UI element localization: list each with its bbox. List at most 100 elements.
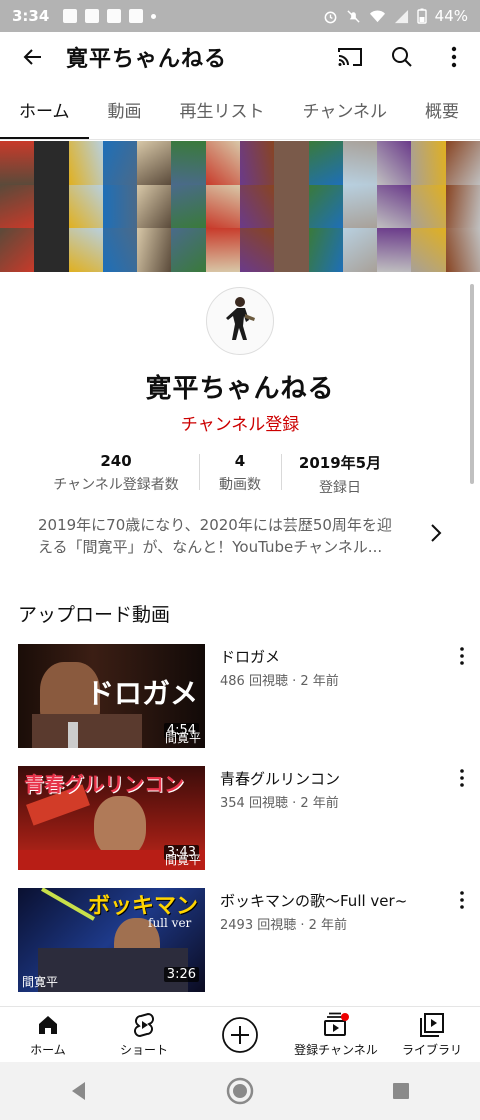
status-bar: 3:34 44% (0, 0, 480, 32)
video-more-icon[interactable] (454, 646, 470, 666)
nav-subscriptions[interactable]: 登録チャンネル (288, 1007, 384, 1062)
banner-photo-tile (411, 228, 446, 272)
thumbnail-caption: 青春グルリンコン (24, 772, 184, 796)
banner-photo-tile (377, 184, 412, 229)
battery-icon (416, 8, 427, 24)
cast-icon (338, 48, 362, 66)
banner-photo-tile (102, 228, 138, 272)
tab-playlists[interactable]: 再生リスト (161, 88, 284, 139)
video-more-icon[interactable] (454, 768, 470, 788)
banner-photo-tile (205, 228, 240, 272)
chevron-right-icon[interactable] (426, 520, 446, 546)
banner-photo-tile (377, 228, 412, 272)
video-duration: 3:26 (163, 967, 199, 982)
app-notification-icon (129, 9, 144, 23)
search-button[interactable] (376, 32, 428, 82)
stat-divider (281, 454, 282, 490)
banner-photo-tile (102, 184, 138, 229)
stat-label: 動画数 (219, 477, 261, 493)
cast-button[interactable] (324, 32, 376, 82)
banner-photo-tile (205, 184, 240, 229)
banner-photo-tile (239, 184, 275, 229)
nav-label: 登録チャンネル (294, 1043, 378, 1057)
mute-icon (347, 9, 360, 23)
video-item[interactable]: 青春グルリンコン 3:43 間寛平 青春グルリンコン 354 回視聴 · 2 年… (18, 766, 480, 870)
banner-photo-tile (34, 184, 69, 229)
nav-library[interactable]: ライブラリ (384, 1007, 480, 1062)
image-notification-icon (63, 9, 78, 23)
shorts-icon (134, 1012, 154, 1038)
search-icon (392, 47, 412, 67)
banner-photo-tile (239, 228, 275, 272)
thumbnail-caption: ドロガメ (86, 677, 199, 710)
nav-shorts[interactable]: ショート (96, 1007, 192, 1062)
system-navigation (0, 1062, 480, 1120)
nav-label: ショート (119, 1043, 168, 1057)
stat-videos: 4 動画数 (210, 452, 270, 494)
system-home-icon[interactable] (226, 1077, 254, 1105)
video-item[interactable]: ドロガメ 4:54 間寛平 ドロガメ 486 回視聴 · 2 年前 (18, 644, 480, 748)
banner-photo-tile (137, 141, 172, 185)
video-item[interactable]: ボッキマン full ver 3:26 間寛平 ボッキマンの歌〜Full ver… (18, 888, 480, 992)
stat-value: 2019年5月 (298, 454, 382, 472)
video-thumbnail[interactable]: 青春グルリンコン 3:43 間寛平 (18, 766, 205, 870)
create-plus-icon (222, 1016, 258, 1053)
description-line: える「間寛平」が、なんと！YouTubeチャンネル... (38, 538, 383, 556)
banner-photo-tile (0, 184, 35, 229)
video-thumbnail[interactable]: ボッキマン full ver 3:26 間寛平 (18, 888, 205, 992)
video-thumbnail[interactable]: ドロガメ 4:54 間寛平 (18, 644, 205, 748)
banner-photo-tile (377, 141, 412, 185)
banner-photo-tile (34, 228, 69, 272)
channel-avatar[interactable] (206, 287, 274, 355)
reply-notification-icon (85, 9, 100, 23)
tab-videos[interactable]: 動画 (89, 88, 161, 139)
status-time: 3:34 (12, 7, 50, 25)
uploads-section-title: アップロード動画 (18, 604, 171, 626)
banner-photo-tile (239, 141, 275, 185)
video-meta: 354 回視聴 · 2 年前 (220, 796, 339, 811)
banner-photo-tile (411, 141, 446, 185)
channel-stats: 240 チャンネル登録者数 4 動画数 2019年5月 登録日 (0, 452, 480, 496)
banner-photo-tile (308, 228, 343, 272)
nav-home[interactable]: ホーム (0, 1007, 96, 1062)
video-title[interactable]: 青春グルリンコン (220, 768, 340, 789)
tab-home[interactable]: ホーム (0, 88, 89, 139)
banner-photo-tile (171, 141, 206, 185)
banner-photo-tile (34, 141, 69, 185)
thumbnail-subcaption: full ver (148, 916, 192, 930)
banner-photo-tile (308, 141, 343, 185)
tab-channels[interactable]: チャンネル (284, 88, 407, 139)
video-title[interactable]: ドロガメ (220, 646, 280, 667)
system-recents-icon[interactable] (391, 1081, 411, 1101)
subscribe-button[interactable]: チャンネル登録 (0, 410, 480, 435)
app-bar-title: 寛平ちゃんねる (66, 47, 228, 72)
stat-divider (199, 454, 200, 490)
video-title[interactable]: ボッキマンの歌〜Full ver~ (220, 890, 407, 911)
channel-banner (0, 141, 480, 272)
banner-photo-tile (68, 141, 103, 185)
stat-value: 4 (234, 452, 246, 470)
avatar-figure-image (226, 297, 255, 340)
banner-photo-tile (445, 141, 480, 185)
system-back-icon[interactable] (69, 1080, 89, 1102)
banner-photo-tile (342, 228, 378, 272)
video-more-icon[interactable] (454, 890, 470, 910)
app-bar: 寛平ちゃんねる (0, 32, 480, 82)
banner-photo-tile (171, 184, 206, 229)
tab-about[interactable]: 概要 (406, 88, 478, 139)
banner-photo-tile (171, 228, 206, 272)
stat-value: 240 (100, 452, 132, 470)
back-button[interactable] (0, 32, 66, 82)
alarm-icon (324, 11, 337, 23)
banner-photo-tile (411, 184, 446, 229)
stat-joined: 2019年5月 登録日 (290, 452, 390, 497)
channel-description[interactable]: 2019年に70歳になり、2020年には芸歴50周年を迎 える「間寛平」が、なん… (38, 514, 418, 558)
nav-label: ライブラリ (401, 1043, 462, 1057)
shield-notification-icon (107, 9, 122, 23)
channel-tabs: ホーム 動画 再生リスト チャンネル 概要 (0, 88, 480, 140)
more-options-button[interactable] (428, 32, 480, 82)
nav-create[interactable] (192, 1007, 288, 1062)
stat-subscribers: 240 チャンネル登録者数 (48, 452, 184, 494)
banner-photo-tile (445, 228, 480, 272)
bottom-navigation: ホーム ショート 登録チャンネル ライブラリ (0, 1006, 480, 1062)
